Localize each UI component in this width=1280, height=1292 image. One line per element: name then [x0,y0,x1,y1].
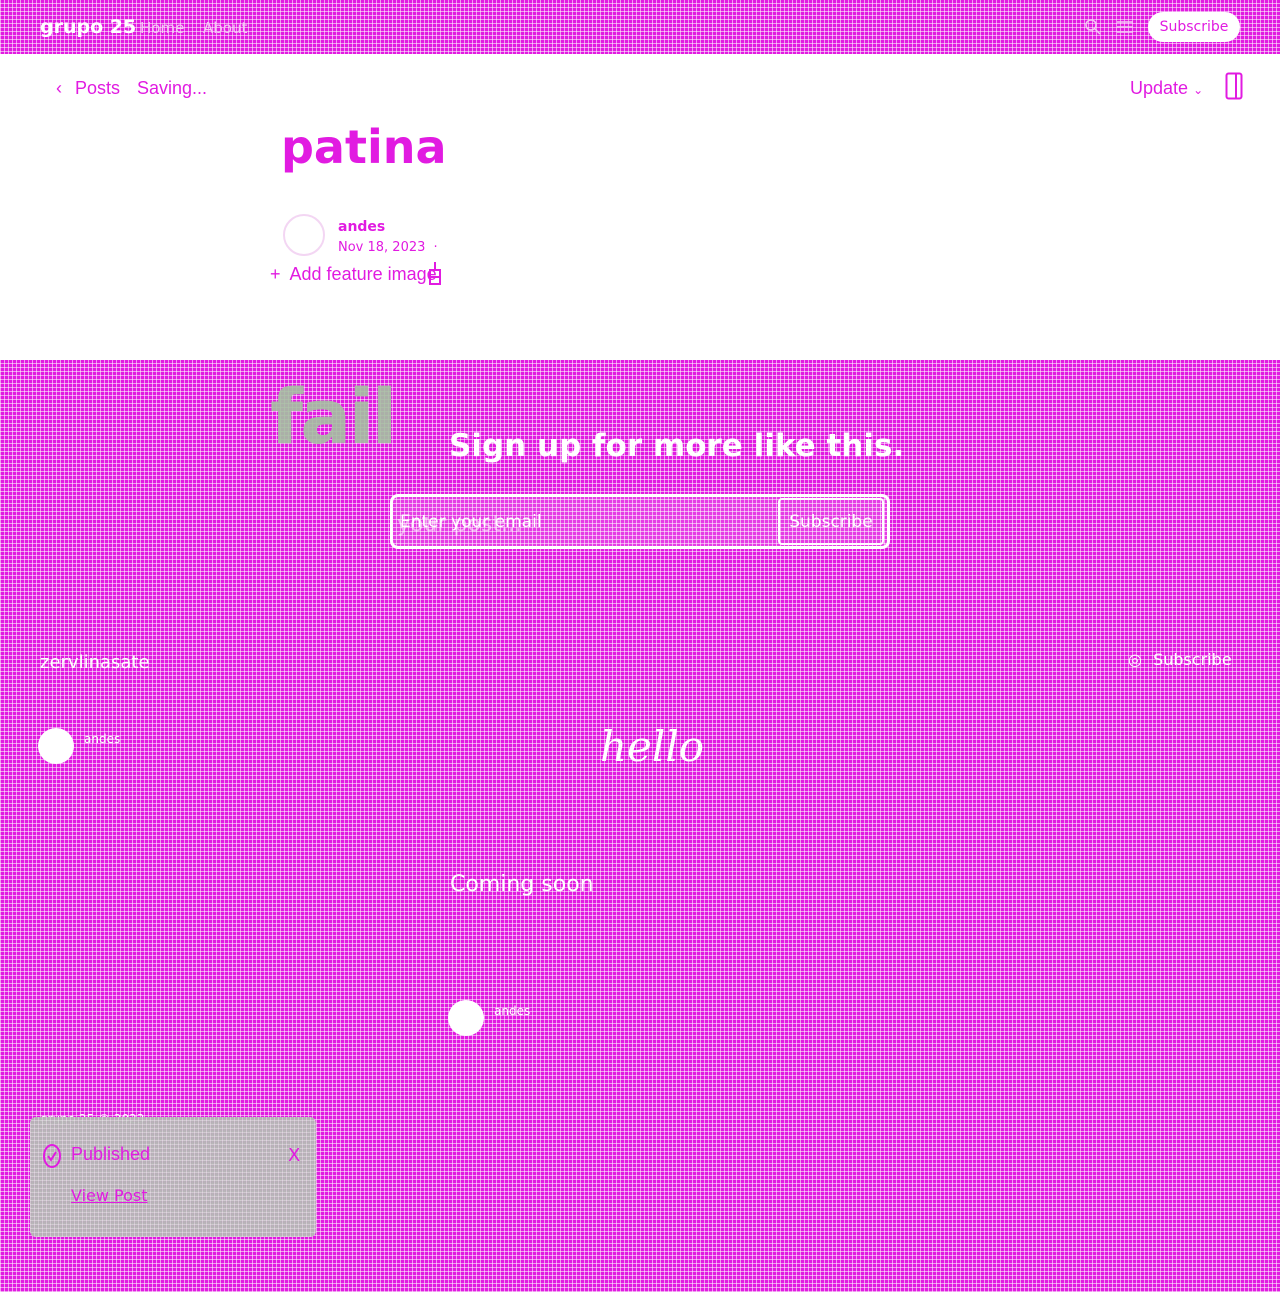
avatar [38,728,74,764]
nav-link-home[interactable]: Home [140,19,184,37]
section-title[interactable]: zervlinasate [40,652,150,673]
close-icon[interactable]: X [288,1145,300,1166]
view-post-link[interactable]: View Post [71,1186,148,1205]
dot-separator: · [433,240,438,255]
save-status: Saving... [137,78,208,98]
section-subscribe-label: Subscribe [1153,650,1232,669]
plus-icon: + [270,264,281,284]
nav-link-about[interactable]: About [203,19,247,37]
section-subscribe-button[interactable]: ◎ Subscribe [1128,650,1232,669]
post-date-text: Nov 18, 2023 [338,240,426,255]
update-label: Update [1130,78,1189,98]
back-to-posts-button[interactable]: ‹ Posts [56,78,120,99]
hello-text: hello [600,722,705,771]
fail-text: fail [270,372,397,461]
editor-panel: ‹ Posts Saving... Update ⌄ patina andes … [0,54,1280,360]
post-date: Nov 18, 2023 · [338,240,438,255]
back-label: Posts [75,78,121,98]
search-icon[interactable] [1084,18,1102,40]
email-field[interactable] [400,508,760,536]
author-avatar [283,214,325,256]
post-title[interactable]: patina [281,120,447,174]
at-icon: ◎ [1128,650,1142,669]
chevron-left-icon: ‹ [56,78,62,98]
chevron-down-icon: ⌄ [1193,83,1204,97]
settings-icon[interactable] [427,260,443,290]
add-feature-image-button[interactable]: + Add feature image [270,264,437,285]
toast-title: Published [71,1144,151,1164]
avatar [448,1000,484,1036]
nav-subscribe-button[interactable]: Subscribe [1148,12,1240,42]
toast-notification [30,1117,316,1237]
sidebar-toggle-icon[interactable] [1225,72,1243,104]
author-name-small: andes [494,1004,531,1018]
signup-heading: Sign up for more like this. [449,428,905,464]
add-feature-image-label: Add feature image [289,264,437,284]
site-brand[interactable]: grupo 25 [40,16,136,38]
author-name-small: andes [84,732,121,746]
author-name: andes [338,219,386,235]
update-button[interactable]: Update ⌄ [1130,78,1203,99]
top-nav: grupo 25 Home About Subscribe [0,0,1280,54]
email-subscribe-button[interactable]: Subscribe [778,498,884,545]
menu-icon[interactable] [1115,18,1135,40]
check-circle-icon [42,1143,62,1173]
coming-soon-text: Coming soon [450,872,594,897]
